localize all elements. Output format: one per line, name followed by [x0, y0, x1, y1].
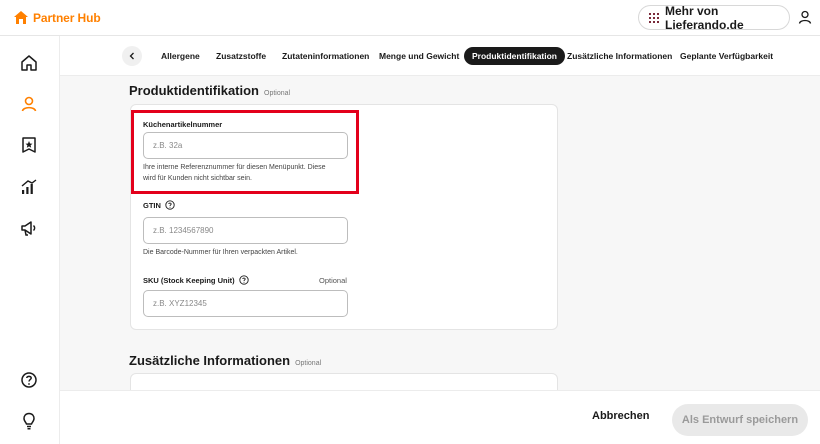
user-icon[interactable]	[797, 9, 813, 25]
more-from-lieferando-button[interactable]: Mehr von Lieferando.de	[638, 3, 790, 32]
brand-logo[interactable]: Partner Hub	[13, 10, 101, 26]
tab-zusatzstoffe[interactable]: Zusatzstoffe	[216, 47, 266, 65]
menu-icon[interactable]	[19, 135, 39, 155]
grid-icon	[649, 12, 659, 23]
lightbulb-icon[interactable]	[19, 411, 39, 431]
scroll-left-button[interactable]	[122, 46, 142, 66]
tab-produktidentifikation[interactable]: Produktidentifikation	[464, 47, 565, 65]
additional-information-card	[130, 373, 558, 390]
section-title-produktidentifikation: Produktidentifikation Optional	[129, 83, 291, 98]
help-icon[interactable]	[19, 370, 39, 390]
sidebar	[0, 36, 60, 444]
sku-input[interactable]	[143, 290, 348, 317]
optional-tag: Optional	[264, 90, 291, 97]
brand-name: Partner Hub	[33, 11, 101, 25]
gtin-input[interactable]	[143, 217, 348, 244]
tab-allergene[interactable]: Allergene	[161, 47, 200, 65]
more-button-label: Mehr von Lieferando.de	[665, 3, 744, 32]
house-logo-icon	[14, 11, 28, 24]
megaphone-icon[interactable]	[19, 218, 39, 238]
sku-label: SKU (Stock Keeping Unit)	[143, 275, 249, 285]
tab-zusaetzliche-informationen[interactable]: Zusätzliche Informationen	[567, 47, 672, 65]
gtin-label: GTIN	[143, 200, 175, 210]
help-icon[interactable]	[165, 200, 175, 210]
highlight-box	[131, 110, 359, 194]
top-bar: Partner Hub Mehr von Lieferando.de	[0, 0, 820, 36]
gtin-hint: Die Barcode-Nummer für Ihren verpackten …	[143, 249, 298, 256]
cancel-button[interactable]: Abbrechen	[592, 410, 649, 422]
sku-optional-tag: Optional	[319, 276, 347, 285]
footer-bar: Abbrechen Als Entwurf speichern	[60, 390, 820, 444]
user-icon[interactable]	[19, 94, 39, 114]
tab-menge-und-gewicht[interactable]: Menge und Gewicht	[379, 47, 459, 65]
chart-icon[interactable]	[19, 177, 39, 197]
tabs-bar: Allergene Zusatzstoffe Zutateninformatio…	[60, 36, 820, 76]
tab-zutateninformationen[interactable]: Zutateninformationen	[282, 47, 369, 65]
help-icon[interactable]	[239, 275, 249, 285]
save-draft-button[interactable]: Als Entwurf speichern	[672, 404, 808, 436]
optional-tag: Optional	[295, 360, 322, 367]
tab-geplante-verfuegbarkeit[interactable]: Geplante Verfügbarkeit	[680, 47, 773, 65]
home-icon[interactable]	[19, 53, 39, 73]
section-title-zusaetzliche-informationen: Zusätzliche Informationen Optional	[129, 353, 322, 368]
chevron-left-icon	[129, 52, 134, 60]
